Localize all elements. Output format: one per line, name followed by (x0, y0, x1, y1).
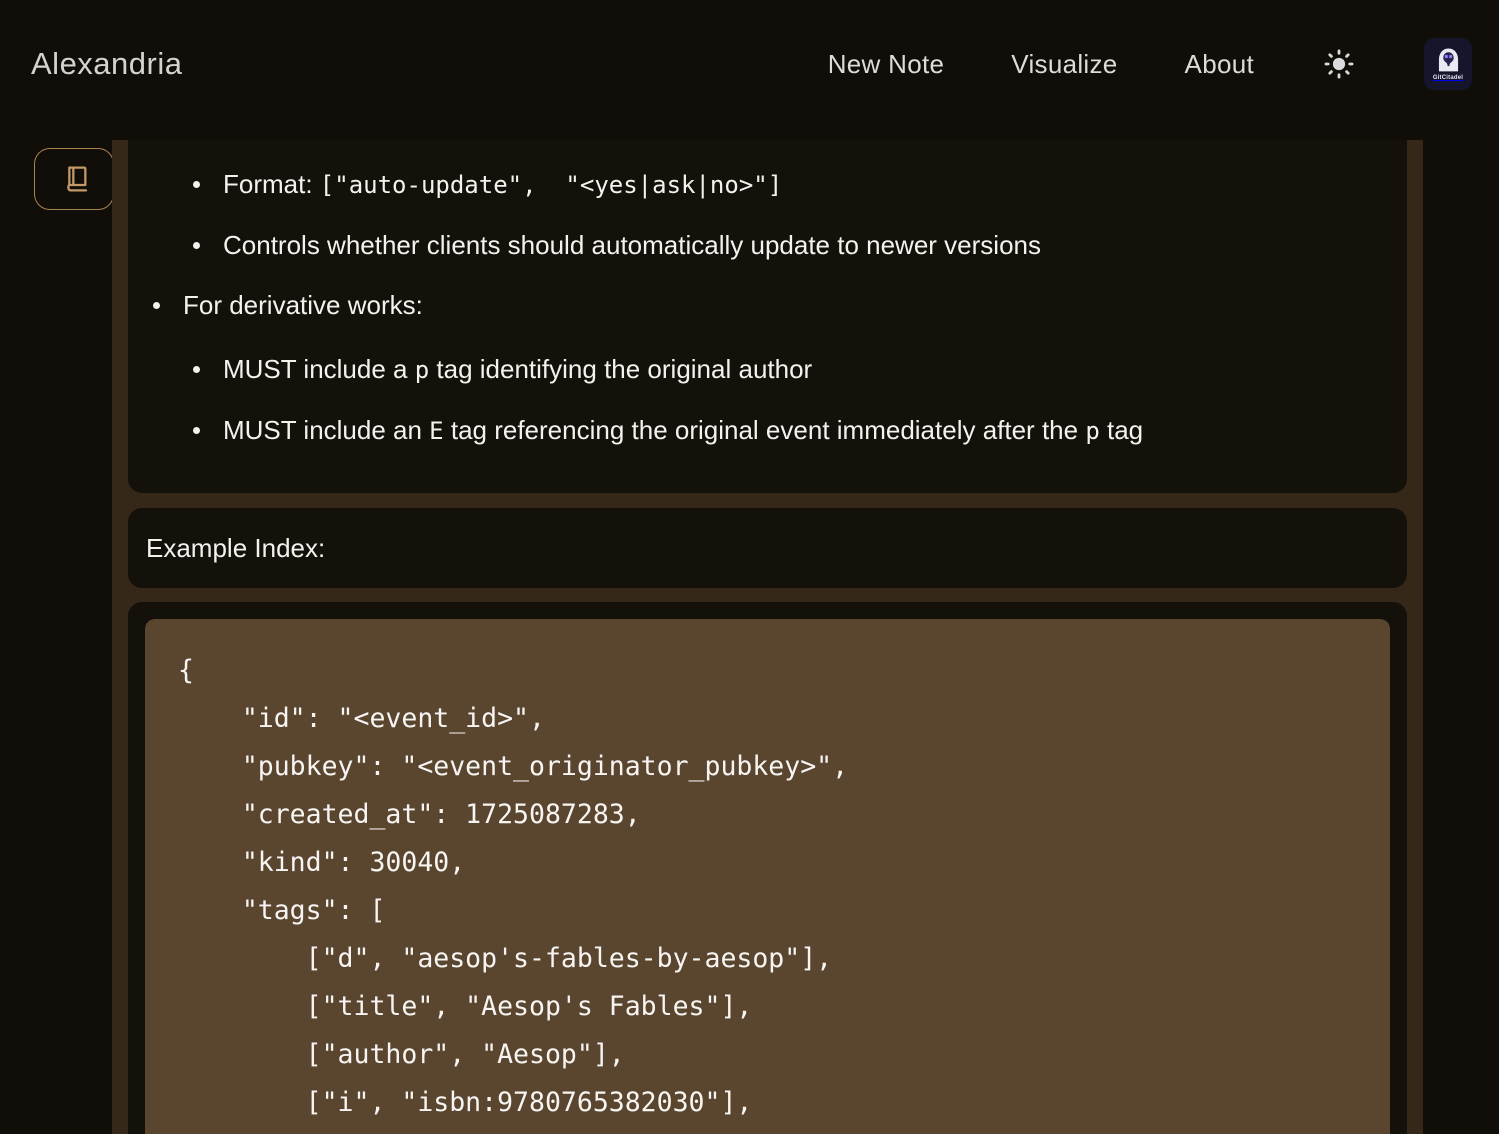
gitcitadel-logo-badge[interactable]: GitCitadel (1424, 38, 1472, 90)
spec-rules-card: Format: ["auto-update", "<yes|ask|no>"] C… (128, 140, 1407, 493)
theme-toggle-button[interactable] (1321, 46, 1357, 82)
bullet-text: Format: ["auto-update", "<yes|ask|no>"] (223, 164, 782, 205)
header-nav: New Note Visualize About (828, 38, 1472, 90)
example-index-card: Example Index: (128, 508, 1407, 588)
bullet-dot (193, 427, 200, 434)
bullet-dot (193, 242, 200, 249)
example-code-card: { "id": "<event_id>", "pubkey": "<event_… (128, 602, 1407, 1134)
nav-visualize[interactable]: Visualize (1011, 49, 1117, 80)
example-index-label: Example Index: (146, 533, 325, 564)
code-pre: { "id": "<event_id>", "pubkey": "<event_… (178, 647, 1370, 1127)
brand-title: Alexandria (31, 46, 182, 82)
sun-icon (1323, 48, 1355, 80)
bullet-item: MUST include an E tag referencing the or… (128, 410, 1367, 451)
json-code-block: { "id": "<event_id>", "pubkey": "<event_… (145, 619, 1390, 1134)
bullet-text: MUST include a p tag identifying the ori… (223, 349, 812, 390)
bullet-dot (153, 302, 160, 309)
nav-new-note[interactable]: New Note (828, 49, 945, 80)
content-scroll-area[interactable]: Format: ["auto-update", "<yes|ask|no>"] C… (112, 140, 1423, 1134)
bullet-item: Format: ["auto-update", "<yes|ask|no>"] (128, 164, 1367, 205)
gitcitadel-hood-icon (1435, 47, 1462, 74)
app-header: Alexandria New Note Visualize About (0, 0, 1499, 128)
bullet-dot (193, 181, 200, 188)
bullet-text: For derivative works: (183, 285, 423, 325)
bullet-text: Controls whether clients should automati… (223, 225, 1041, 265)
bullet-text: MUST include an E tag referencing the or… (223, 410, 1143, 451)
nav-about[interactable]: About (1185, 49, 1254, 80)
bullet-item: Controls whether clients should automati… (128, 225, 1367, 265)
bullet-item: MUST include a p tag identifying the ori… (128, 349, 1367, 390)
gitcitadel-label: GitCitadel (1433, 75, 1463, 81)
bullet-item: For derivative works: (128, 285, 1367, 325)
sidebar-toggle-button[interactable] (34, 148, 114, 210)
bullet-dot (193, 366, 200, 373)
doc-bullet-list: Format: ["auto-update", "<yes|ask|no>"] C… (128, 164, 1367, 451)
book-icon (58, 163, 90, 195)
